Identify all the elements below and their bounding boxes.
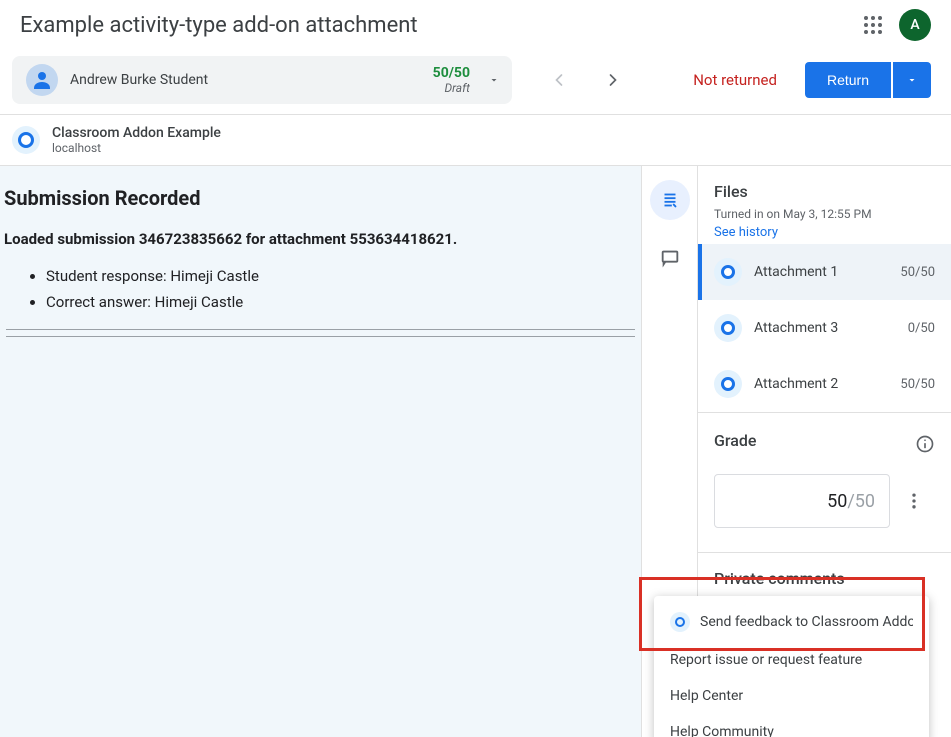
addon-title: Classroom Addon Example (52, 125, 221, 141)
turned-in-meta: Turned in on May 3, 12:55 PM (714, 207, 935, 221)
popup-help-center[interactable]: Help Center (654, 678, 929, 714)
student-selector[interactable]: Andrew Burke Student 50/50 Draft (12, 56, 512, 104)
status-not-returned: Not returned (693, 71, 777, 89)
file-row[interactable]: Attachment 2 50/50 (698, 356, 951, 412)
student-name: Andrew Burke Student (70, 72, 421, 88)
attachment-icon (714, 258, 742, 286)
draft-label: Draft (444, 81, 470, 95)
attachment-icon (714, 370, 742, 398)
kebab-icon[interactable] (904, 491, 924, 511)
file-score: 50/50 (900, 265, 935, 280)
submission-bullet: Student response: Himeji Castle (46, 264, 637, 290)
caret-down-icon (488, 74, 500, 86)
private-comments-title: Private comments (714, 569, 935, 588)
files-tab-icon[interactable] (650, 180, 690, 220)
addon-subtitle: localhost (52, 141, 221, 155)
see-history-link[interactable]: See history (714, 225, 778, 240)
file-row[interactable]: Attachment 3 0/50 (698, 300, 951, 356)
file-score: 50/50 (900, 377, 935, 392)
person-icon (26, 64, 58, 96)
return-dropdown-button[interactable] (893, 62, 931, 98)
submission-heading: Submission Recorded (4, 186, 637, 210)
grade-title: Grade (714, 431, 756, 450)
grade-max: /50 (847, 491, 875, 512)
file-score: 0/50 (908, 321, 935, 336)
help-popup: Send feedback to Classroom Addon Example… (654, 596, 929, 737)
grade-input[interactable]: 50/50 (714, 474, 890, 528)
avatar[interactable]: A (899, 9, 931, 41)
popup-report-issue[interactable]: Report issue or request feature (654, 642, 929, 678)
file-row[interactable]: Attachment 1 50/50 (698, 244, 951, 300)
return-button[interactable]: Return (805, 62, 891, 98)
file-name: Attachment 3 (754, 320, 896, 336)
file-name: Attachment 2 (754, 376, 888, 392)
addon-icon (12, 126, 40, 154)
addon-mini-icon (670, 612, 690, 632)
submission-bullet: Correct answer: Himeji Castle (46, 290, 637, 316)
popup-help-community[interactable]: Help Community (654, 714, 929, 737)
attachment-icon (714, 314, 742, 342)
submission-loaded-text: Loaded submission 346723835662 for attac… (4, 230, 637, 248)
popup-send-feedback[interactable]: Send feedback to Classroom Addon Example (654, 602, 929, 642)
next-student-button[interactable] (601, 68, 625, 92)
file-name: Attachment 1 (754, 264, 888, 280)
apps-icon[interactable] (861, 13, 885, 37)
grade-value: 50 (827, 491, 847, 512)
prev-student-button[interactable] (547, 68, 571, 92)
page-title: Example activity-type add-on attachment (20, 13, 418, 38)
comments-tab-icon[interactable] (650, 238, 690, 278)
info-icon[interactable] (915, 434, 935, 454)
submission-pane: Submission Recorded Loaded submission 34… (0, 166, 642, 737)
files-title: Files (714, 182, 935, 201)
grade-chip: 50/50 (433, 65, 470, 81)
